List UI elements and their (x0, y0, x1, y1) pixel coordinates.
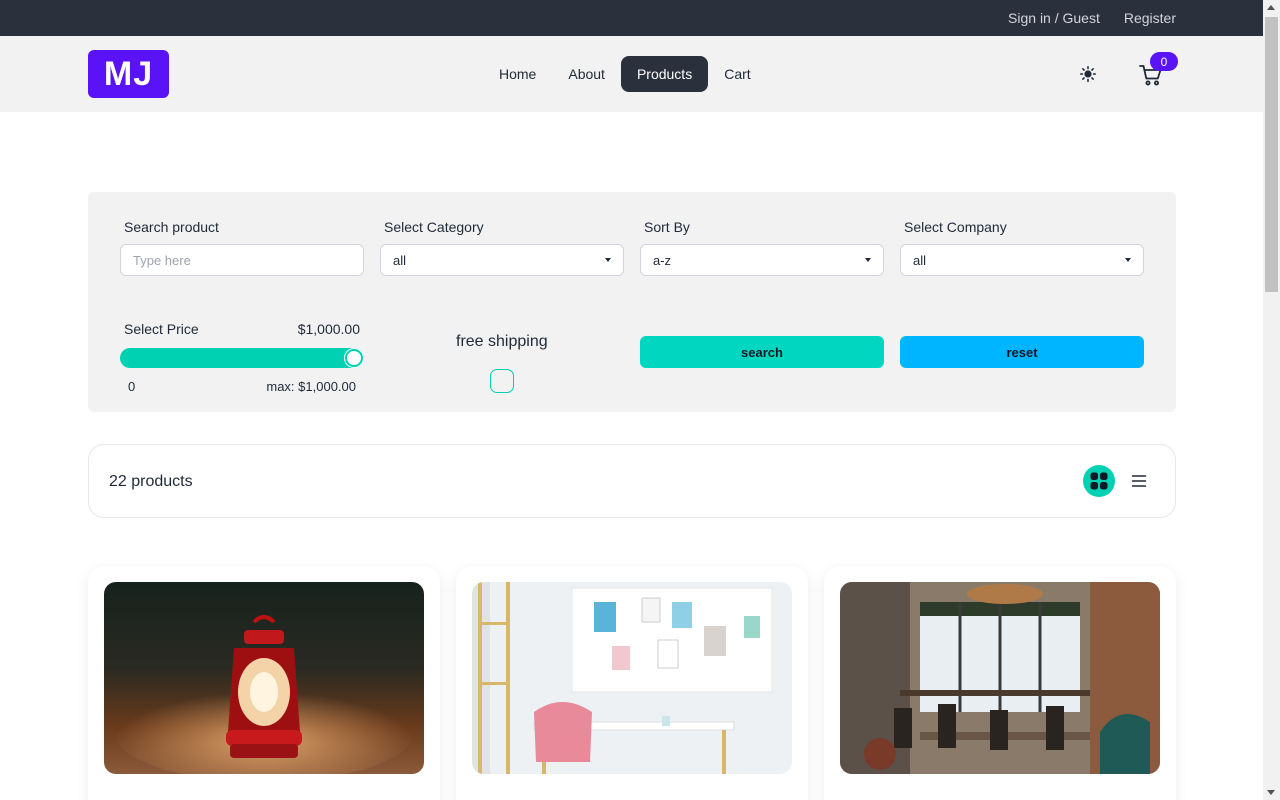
nav-links: Home About Products Cart (483, 56, 767, 92)
grid-view-button[interactable] (1083, 465, 1115, 497)
cart-count-badge: 0 (1150, 52, 1178, 71)
product-card[interactable] (88, 566, 440, 800)
register-link[interactable]: Register (1124, 10, 1176, 26)
price-label: Select Price (124, 321, 199, 337)
nav-link-products[interactable]: Products (620, 56, 709, 92)
list-icon (1131, 475, 1147, 487)
price-slider[interactable] (120, 348, 364, 368)
chevron-down-icon (865, 258, 871, 262)
price-max-label: max: $1,000.00 (266, 379, 356, 394)
sort-select[interactable]: a-z (640, 244, 884, 276)
auth-links: Sign in / Guest Register (1008, 0, 1176, 36)
product-card[interactable] (824, 566, 1176, 800)
scroll-down-icon[interactable] (1267, 790, 1275, 795)
chevron-down-icon (1125, 258, 1131, 262)
scroll-up-icon[interactable] (1267, 5, 1275, 10)
nav-link-home[interactable]: Home (483, 56, 552, 92)
top-bar: Sign in / Guest Register (0, 0, 1263, 36)
free-shipping-checkbox[interactable] (490, 369, 514, 393)
logo[interactable]: MJ (88, 50, 169, 98)
price-slider-handle[interactable] (345, 349, 363, 367)
products-header: 22 products (88, 444, 1176, 518)
company-label: Select Company (904, 219, 1007, 235)
list-view-button[interactable] (1127, 469, 1151, 493)
sun-icon[interactable] (1076, 62, 1100, 86)
product-card[interactable] (456, 566, 808, 800)
nav-link-cart[interactable]: Cart (708, 56, 766, 92)
search-input[interactable] (120, 244, 364, 276)
products-count: 22 products (109, 473, 193, 490)
product-image-desk (472, 582, 792, 774)
chevron-down-icon (605, 258, 611, 262)
signin-link[interactable]: Sign in / Guest (1008, 10, 1100, 26)
product-image-cafe (840, 582, 1160, 774)
nav-link-about[interactable]: About (552, 56, 621, 92)
company-select[interactable]: all (900, 244, 1144, 276)
reset-button[interactable]: reset (900, 336, 1144, 368)
filters-panel: Search product Select Category all Sort … (88, 192, 1176, 412)
category-label: Select Category (384, 219, 484, 235)
company-value: all (913, 252, 927, 268)
page-scrollbar[interactable] (1263, 0, 1280, 800)
grid-icon (1090, 472, 1108, 490)
sort-value: a-z (653, 252, 672, 268)
product-image-lantern (104, 582, 424, 774)
navbar: MJ Home About Products Cart 0 (0, 36, 1263, 112)
price-value: $1,000.00 (297, 321, 360, 337)
category-select[interactable]: all (380, 244, 624, 276)
scrollbar-thumb[interactable] (1265, 17, 1278, 292)
search-label: Search product (124, 219, 219, 235)
free-shipping-label: free shipping (456, 333, 548, 350)
sort-label: Sort By (644, 219, 690, 235)
search-button[interactable]: search (640, 336, 884, 368)
category-value: all (393, 252, 407, 268)
price-min-label: 0 (128, 379, 136, 394)
